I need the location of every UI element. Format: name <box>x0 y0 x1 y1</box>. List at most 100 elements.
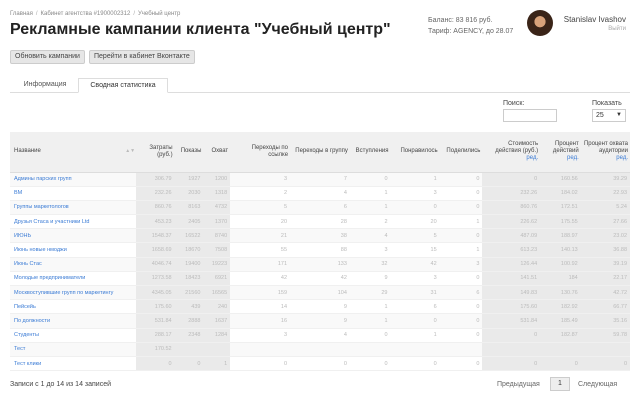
table-cell <box>540 342 581 357</box>
campaign-name-link[interactable]: Админы парских групп <box>10 172 137 187</box>
edit-link[interactable]: ред. <box>567 155 579 161</box>
campaign-name-link[interactable]: Друзья Стаса и участники Ltd <box>10 214 137 230</box>
table-cell: 3 <box>390 186 440 201</box>
tabs: Информация Сводная статистика <box>10 78 630 93</box>
breadcrumb-home[interactable]: Главная <box>10 11 33 17</box>
campaign-name-link[interactable]: Студенты <box>10 328 137 343</box>
table-cell: 0 <box>136 356 175 372</box>
page-1-button[interactable]: 1 <box>550 377 570 391</box>
table-cell: 860.76 <box>482 200 541 216</box>
table-cell: 6921 <box>203 271 231 287</box>
table-row: Молодые предприниматели 1273.58 18423 6921 4… <box>10 271 630 287</box>
header-joins[interactable]: Вступления <box>349 132 391 173</box>
table-cell: 172.51 <box>540 200 581 216</box>
table-cell <box>230 342 291 357</box>
header-likes[interactable]: Понравилось <box>390 132 440 173</box>
table-cell: 188.97 <box>540 228 581 244</box>
table-cell: 2030 <box>174 186 204 201</box>
table-cell: 1658.69 <box>136 242 175 258</box>
campaign-name-link[interactable]: Июнь Стас <box>10 257 137 272</box>
table-row: Студенты 288.17 2348 1284 3 4 0 1 0 0 182.87 59.78 <box>10 328 630 343</box>
table-cell: 6 <box>439 285 483 301</box>
avatar[interactable] <box>527 10 553 36</box>
campaign-name-link[interactable]: Тест клики <box>10 356 137 372</box>
table-header-row: Название ▲▼ Затраты (руб.) Показы Охват П… <box>10 132 630 173</box>
table-cell: 21 <box>230 228 291 244</box>
table-cell: 42 <box>230 271 291 287</box>
logout-link[interactable]: Выйти <box>608 26 626 32</box>
table-cell: 0 <box>290 356 350 372</box>
campaign-name-link[interactable]: По должности <box>10 313 137 329</box>
campaign-name-link[interactable]: Москвоступившие групп по маркетингу <box>10 285 137 301</box>
header-reach-percent[interactable]: Процент охвата аудитории ред. <box>580 132 630 173</box>
update-campaigns-button[interactable]: Обновить кампании <box>10 50 85 64</box>
campaign-name-link[interactable]: Пейсейь <box>10 299 137 315</box>
header-group-clicks[interactable]: Переходы в группу <box>290 132 350 173</box>
table-cell: 22.93 <box>580 186 630 201</box>
table-cell: 31 <box>390 285 440 301</box>
open-vk-cabinet-button[interactable]: Перейти в кабинет Вконтакте <box>89 50 195 64</box>
stats-table: Название ▲▼ Затраты (руб.) Показы Охват П… <box>10 132 630 372</box>
table-cell: 0 <box>439 271 483 287</box>
prev-page-button[interactable]: Предыдущая <box>497 381 540 388</box>
campaign-name-link[interactable]: Июнь новые нмоджи <box>10 242 137 258</box>
next-page-button[interactable]: Следующая <box>578 381 617 388</box>
table-cell: 3 <box>390 271 440 287</box>
table-cell: 288.17 <box>136 328 175 343</box>
table-cell: 175.55 <box>540 214 581 230</box>
table-cell: 35.16 <box>580 313 630 329</box>
table-cell: 3 <box>349 242 391 258</box>
table-cell: 1273.58 <box>136 271 175 287</box>
table-cell: 38 <box>290 228 350 244</box>
header-impressions[interactable]: Показы <box>174 132 204 173</box>
campaign-name-link[interactable]: Тест <box>10 342 137 357</box>
edit-link[interactable]: ред. <box>526 155 538 161</box>
table-cell <box>290 342 350 357</box>
campaign-name-link[interactable]: ИЮНЬ <box>10 228 137 244</box>
table-cell: 0 <box>439 299 483 315</box>
table-cell: 9 <box>349 271 391 287</box>
table-cell: 0 <box>439 313 483 329</box>
table-cell: 2 <box>230 186 291 201</box>
table-row: ВМ 232.26 2030 1318 2 4 1 3 0 232.26 184.02 22.93 <box>10 186 630 201</box>
tab-info[interactable]: Информация <box>14 78 76 93</box>
table-cell: 19400 <box>174 257 204 272</box>
tab-summary-stats[interactable]: Сводная статистика <box>78 78 168 93</box>
edit-link[interactable]: ред. <box>616 155 628 161</box>
table-cell: 18423 <box>174 271 204 287</box>
header-name[interactable]: Название ▲▼ <box>10 132 137 173</box>
header-action-cost[interactable]: Стоимость действия (руб.) ред. <box>482 132 541 173</box>
table-cell: 1 <box>349 200 391 216</box>
table-cell: 0 <box>439 356 483 372</box>
user-name[interactable]: Stanislav Ivashov <box>564 15 626 24</box>
search-input[interactable] <box>503 109 557 122</box>
header-cost[interactable]: Затраты (руб.) <box>136 132 175 173</box>
table-cell: 42 <box>390 257 440 272</box>
header-action-percent[interactable]: Процент действий ред. <box>540 132 581 173</box>
campaign-name-link[interactable]: Группы маркетологов <box>10 200 137 216</box>
table-row: Тест клики 0 0 1 0 0 0 0 0 0 0 0 <box>10 356 630 372</box>
page-size-select[interactable]: 25 ▼ <box>592 109 626 122</box>
breadcrumb-agency[interactable]: Кабинет агентства #1900002312 <box>41 11 131 17</box>
table-cell: 182.92 <box>540 299 581 315</box>
table-cell: 2405 <box>174 214 204 230</box>
header-shares[interactable]: Поделились <box>439 132 483 173</box>
table-cell: 20 <box>390 214 440 230</box>
campaign-name-link[interactable]: Молодые предприниматели <box>10 271 137 287</box>
page-title: Рекламные кампании клиента "Учебный цент… <box>10 21 391 38</box>
header-link-clicks[interactable]: Переходы по ссылке <box>230 132 291 173</box>
campaign-name-link[interactable]: ВМ <box>10 186 137 201</box>
table-cell: 0 <box>230 356 291 372</box>
table-row: Пейсейь 175.60 439 240 14 9 1 6 0 175.60 182.92 66.… <box>10 299 630 315</box>
account-info: Баланс: 83 816 руб. Тариф: AGENCY, до 28… <box>428 15 513 37</box>
table-cell: 1 <box>349 299 391 315</box>
table-cell: 175.60 <box>482 299 541 315</box>
table-cell: 19223 <box>203 257 231 272</box>
table-cell: 1 <box>349 186 391 201</box>
table-cell: 1 <box>203 356 231 372</box>
table-cell: 55 <box>230 242 291 258</box>
table-cell: 8163 <box>174 200 204 216</box>
table-row: Друзья Стаса и участники Ltd 453.23 2405 13… <box>10 214 630 230</box>
table-cell: 39.29 <box>580 172 630 187</box>
header-reach[interactable]: Охват <box>203 132 231 173</box>
